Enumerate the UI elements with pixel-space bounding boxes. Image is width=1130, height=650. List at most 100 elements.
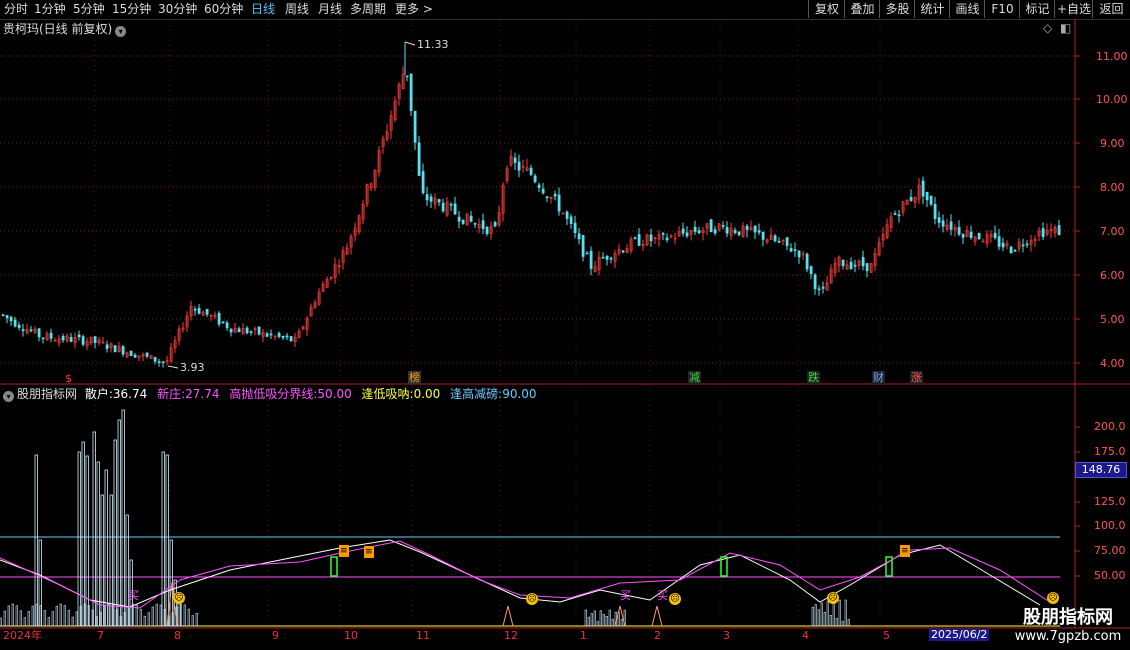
small-bar bbox=[75, 611, 78, 627]
x-axis-label: 12 bbox=[504, 629, 518, 642]
sad-face-icon: ☹ bbox=[526, 593, 538, 605]
candle-body bbox=[417, 142, 421, 176]
chevron-down-icon[interactable]: ▾ bbox=[3, 391, 14, 402]
candle-body bbox=[553, 193, 557, 197]
candle-body bbox=[69, 337, 73, 342]
candle-body bbox=[937, 217, 941, 223]
indicator-tick: 100.0 bbox=[1094, 519, 1126, 532]
indicator-sell-high-label: 逢高减磅: bbox=[450, 387, 503, 401]
volume-bar bbox=[117, 419, 121, 627]
candle-body bbox=[581, 235, 585, 257]
sad-face-icon: ☹ bbox=[827, 592, 839, 604]
event-marker-bang[interactable]: 榜 bbox=[408, 371, 421, 384]
x-axis-label: 4 bbox=[802, 629, 809, 642]
candle-body bbox=[925, 191, 929, 201]
small-bar bbox=[55, 605, 58, 627]
watermark-title: 股朋指标网 bbox=[1023, 607, 1113, 628]
sad-face-icon: ☹ bbox=[669, 593, 681, 605]
small-bar bbox=[835, 618, 838, 627]
event-marker[interactable]: $ bbox=[64, 372, 73, 385]
indicator-buy-low-value: 0.00 bbox=[413, 387, 441, 401]
event-marker-fall[interactable]: 跌 bbox=[807, 371, 820, 384]
indicator-divider-value: 50.00 bbox=[317, 387, 352, 401]
candle-body bbox=[665, 237, 669, 241]
candle-body bbox=[541, 188, 545, 194]
small-bar bbox=[27, 611, 30, 627]
candle-body bbox=[457, 216, 461, 222]
volume-bar bbox=[92, 431, 96, 627]
candle-body bbox=[133, 354, 137, 358]
candle-body bbox=[61, 336, 65, 341]
price-tick: 8.00 bbox=[1100, 181, 1125, 194]
volume-bar bbox=[100, 494, 104, 627]
candle-body bbox=[145, 352, 149, 357]
small-bar bbox=[608, 609, 611, 627]
candle-body bbox=[441, 202, 445, 212]
indicator-name[interactable]: 股朋指标网 bbox=[17, 387, 77, 401]
small-bar bbox=[183, 604, 186, 627]
candle-body bbox=[413, 110, 417, 143]
low-marker-line bbox=[167, 365, 179, 369]
event-marker-finance[interactable]: 财 bbox=[872, 371, 885, 384]
candle-body bbox=[1025, 243, 1029, 246]
candle-body bbox=[277, 333, 281, 337]
candle-body bbox=[737, 231, 741, 236]
candlestick-chart[interactable] bbox=[0, 0, 1130, 650]
candle-body bbox=[289, 336, 293, 342]
small-bar bbox=[847, 619, 850, 627]
candle-body bbox=[897, 214, 901, 217]
candle-body bbox=[221, 321, 225, 324]
candle-body bbox=[621, 250, 625, 253]
candle-body bbox=[249, 331, 253, 333]
sell-signal-icon: ≡ bbox=[364, 546, 374, 558]
volume-bar bbox=[165, 454, 169, 627]
candle-body bbox=[933, 203, 937, 219]
small-bar bbox=[611, 618, 614, 627]
candle-body bbox=[813, 274, 817, 290]
candle-body bbox=[637, 234, 641, 246]
event-marker-rise[interactable]: 涨 bbox=[910, 371, 923, 384]
candle-body bbox=[265, 333, 269, 337]
small-bar bbox=[67, 609, 70, 627]
indicator-banker-label: 新庄: bbox=[157, 387, 186, 401]
small-bar bbox=[39, 605, 42, 627]
small-bar bbox=[195, 612, 198, 627]
event-marker-reduce[interactable]: 减 bbox=[688, 371, 701, 384]
candle-body bbox=[29, 329, 33, 332]
candle-body bbox=[493, 222, 497, 227]
small-bar bbox=[596, 621, 599, 627]
sell-signal-icon: ≡ bbox=[339, 545, 349, 557]
candle-body bbox=[409, 73, 413, 111]
candle-body bbox=[77, 334, 81, 338]
candle-body bbox=[961, 234, 965, 238]
buy-signal-label: 买 bbox=[620, 589, 631, 602]
small-bar bbox=[584, 609, 587, 627]
indicator-tick: 125.0 bbox=[1094, 495, 1126, 508]
buy-signal-label: 买 bbox=[128, 589, 139, 602]
x-axis-label: 1 bbox=[580, 629, 587, 642]
small-bar bbox=[11, 603, 14, 627]
candle-body bbox=[841, 259, 845, 267]
candle-body bbox=[745, 225, 749, 230]
candle-body bbox=[157, 361, 161, 363]
buy-signal-label: 买 bbox=[657, 589, 668, 602]
candle-body bbox=[957, 227, 961, 235]
x-axis-label: 10 bbox=[344, 629, 358, 642]
candle-body bbox=[1009, 246, 1013, 254]
low-price-label: 3.93 bbox=[180, 361, 205, 374]
site-watermark: 股朋指标网 www.7gpzb.com bbox=[1014, 603, 1122, 644]
candle-body bbox=[949, 221, 953, 230]
small-bar bbox=[829, 614, 832, 627]
candle-body bbox=[685, 232, 689, 237]
candle-body bbox=[585, 252, 589, 255]
candle-body bbox=[469, 215, 473, 222]
indicator-retail-value: 36.74 bbox=[112, 387, 148, 401]
small-bar bbox=[620, 619, 623, 627]
candle-body bbox=[805, 253, 809, 270]
small-bar bbox=[820, 602, 823, 627]
indicator-tick: 200.0 bbox=[1094, 420, 1126, 433]
price-tick: 5.00 bbox=[1100, 313, 1125, 326]
candle-body bbox=[1, 314, 5, 316]
candle-body bbox=[37, 328, 41, 338]
small-bar bbox=[15, 605, 18, 627]
